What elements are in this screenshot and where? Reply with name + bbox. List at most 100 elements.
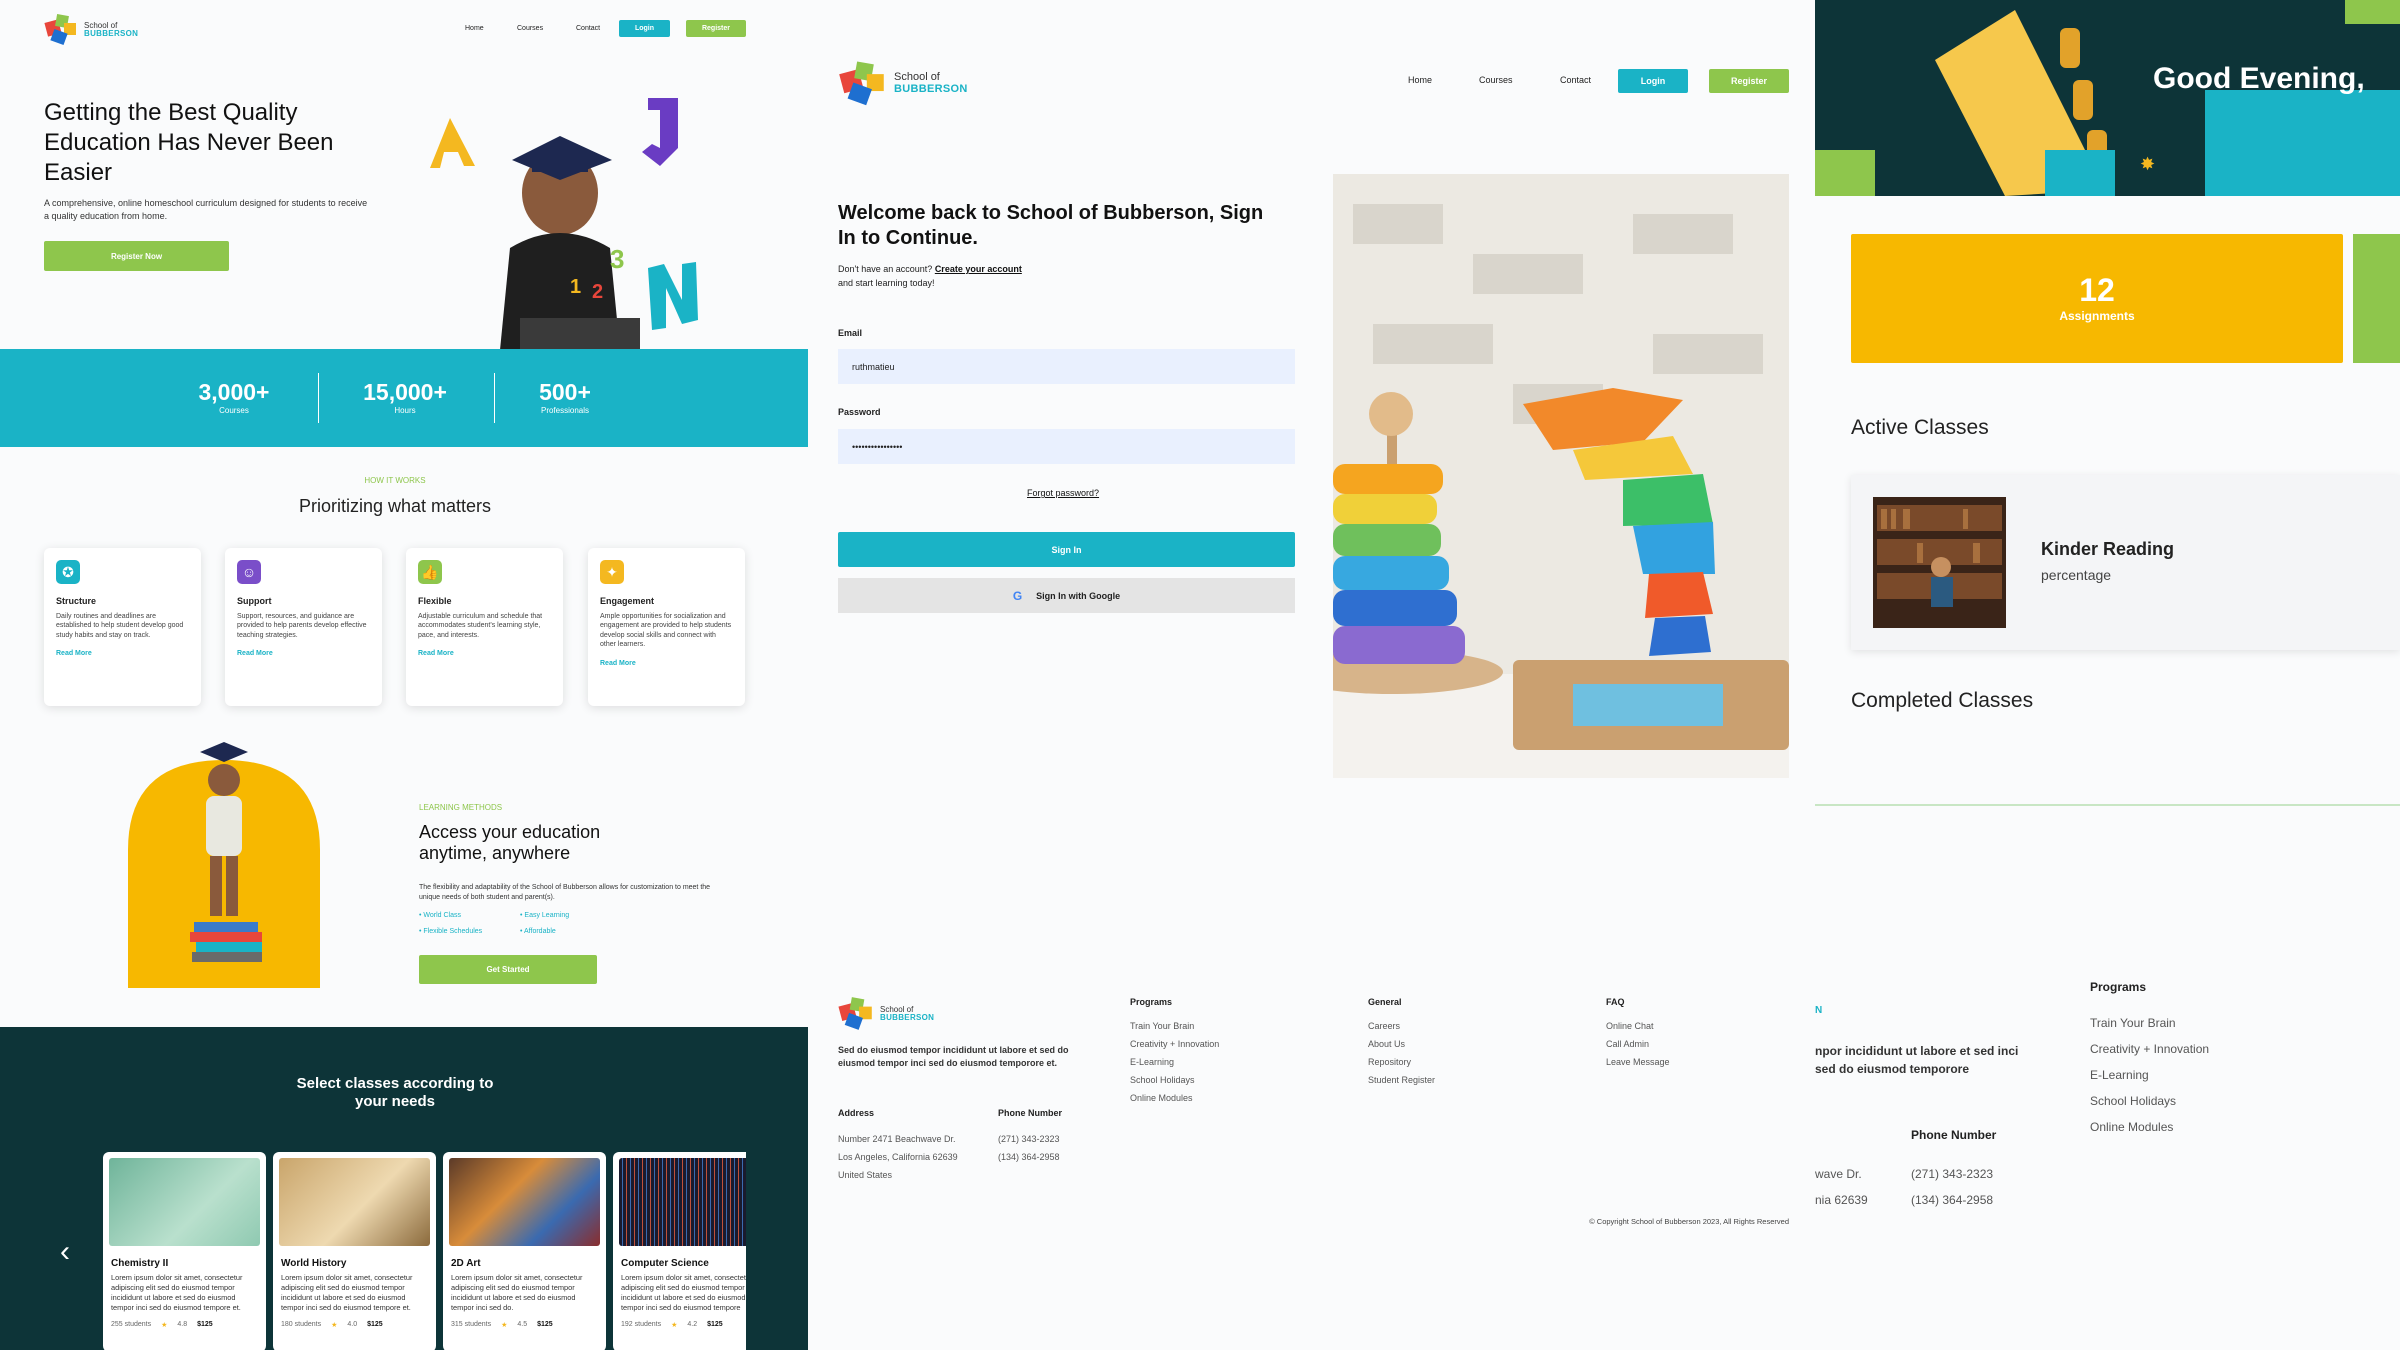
phone-label: Phone Number (1911, 1128, 1997, 1142)
register-button[interactable]: Register (1709, 69, 1789, 93)
rating: 4.8 (177, 1321, 188, 1329)
star-icon: ★ (161, 1321, 168, 1329)
faq-label: FAQ (1606, 997, 1625, 1007)
footer-link[interactable]: Train Your Brain (1130, 1021, 1219, 1031)
rating: 4.5 (517, 1321, 528, 1329)
footer-link[interactable]: Online Modules (1130, 1093, 1219, 1103)
footer-link[interactable]: Careers (1368, 1021, 1435, 1031)
footer-link[interactable]: School Holidays (2090, 1088, 2209, 1114)
students-count: 315 students (451, 1321, 492, 1329)
rating: 4.0 (347, 1321, 358, 1329)
footer-programs: Programs Train Your Brain Creativity + In… (1130, 997, 1219, 1103)
footer-link[interactable]: Online Modules (2090, 1114, 2209, 1140)
students-count: 192 students (621, 1321, 662, 1329)
blocks-logo-icon (839, 61, 884, 106)
class-title: Chemistry II (111, 1258, 169, 1269)
password-label: Password (838, 407, 881, 417)
programs-label: Programs (1130, 997, 1173, 1007)
footer-link[interactable]: E-Learning (1130, 1057, 1219, 1067)
login-button[interactable]: Login (1618, 69, 1688, 93)
footer-address: Address Number 2471 Beachwave Dr. Los Ang… (838, 1108, 958, 1180)
google-icon: G (1012, 588, 1023, 603)
class-desc: Lorem ipsum dolor sit amet, consectetur … (451, 1273, 583, 1312)
footer-brand-fragment: N (1815, 1005, 1823, 1016)
class-name: Kinder Reading (2041, 539, 2175, 559)
class-title: Computer Science (621, 1258, 709, 1269)
footer-brand-logo[interactable]: School of BUBBERSON (838, 996, 934, 1032)
class-image (619, 1158, 746, 1246)
footer-blurb: Sed do eiusmod tempor incididunt ut labo… (838, 1045, 1069, 1068)
password-field[interactable]: •••••••••••••••• (838, 429, 1295, 464)
footer-link[interactable]: Repository (1368, 1057, 1435, 1067)
create-account-link[interactable]: Create your account (935, 264, 1022, 274)
footer-link[interactable]: Online Chat (1606, 1021, 1670, 1031)
footer-faq: FAQ Online Chat Call Admin Leave Message (1606, 997, 1670, 1067)
footer-link[interactable]: Leave Message (1606, 1057, 1670, 1067)
class-title: World History (281, 1258, 347, 1269)
footer-link[interactable]: Creativity + Innovation (2090, 1036, 2209, 1062)
completed-classes-title: Completed Classes (1851, 689, 2034, 712)
students-count: 180 students (281, 1321, 322, 1329)
star-icon: ★ (501, 1321, 508, 1329)
address-label: Address (838, 1108, 875, 1118)
greeting-text: Good Evening, (2153, 62, 2365, 95)
assignments-card[interactable]: 12 Assignments (1851, 234, 2343, 363)
class-card-2d-art[interactable]: 2D Art Lorem ipsum dolor sit amet, conse… (443, 1152, 606, 1350)
class-image (449, 1158, 600, 1246)
class-desc: Lorem ipsum dolor sit amet, consectetur … (281, 1273, 413, 1312)
price: $125 (537, 1321, 553, 1329)
price: $125 (367, 1321, 383, 1329)
landing-page-panel: School of BUBBERSON Home Courses Contact… (0, 0, 808, 1350)
star-icon: ★ (331, 1321, 338, 1329)
forgot-password-link[interactable]: Forgot password? (1027, 488, 1099, 498)
phone-label: Phone Number (998, 1108, 1063, 1118)
signin-button[interactable]: Sign In (838, 532, 1295, 567)
price: $125 (707, 1321, 723, 1329)
footer-general: General Careers About Us Repository Student… (1368, 997, 1435, 1085)
section-divider (1815, 804, 2400, 806)
footer-link[interactable]: School Holidays (1130, 1075, 1219, 1085)
library-class-image (1873, 497, 2006, 628)
rating: 4.2 (687, 1321, 698, 1329)
brand-logo[interactable]: School of BUBBERSON (838, 60, 968, 108)
dashboard-panel: ✸ Good Evening, 12 Assignments Active Cl… (1815, 0, 2400, 1350)
footer-phones: (271) 343-2323 (134) 364-2958 (1911, 1167, 1994, 1207)
nav-contact[interactable]: Contact (1560, 75, 1591, 85)
footer-link[interactable]: Train Your Brain (2090, 1010, 2209, 1036)
brand-line2: BUBBERSON (894, 83, 968, 95)
footer-link[interactable]: Creativity + Innovation (1130, 1039, 1219, 1049)
footer-phone: Phone Number (271) 343-2323 (134) 364-295… (998, 1108, 1063, 1162)
students-count: 255 students (111, 1321, 152, 1329)
class-desc: Lorem ipsum dolor sit amet, consectetur … (621, 1273, 746, 1312)
email-label: Email (838, 328, 863, 338)
class-card-computer-science[interactable]: Computer Science Lorem ipsum dolor sit a… (613, 1152, 746, 1350)
footer-link[interactable]: Call Admin (1606, 1039, 1670, 1049)
brand-line2: BUBBERSON (880, 1013, 935, 1022)
class-card-world-history[interactable]: World History Lorem ipsum dolor sit amet… (273, 1152, 436, 1350)
blocks-illustration: ✸ (1815, 0, 2400, 196)
google-signin-label: Sign In with Google (1036, 590, 1121, 601)
class-card-chemistry[interactable]: Chemistry II Lorem ipsum dolor sit amet,… (103, 1152, 266, 1350)
active-classes-title: Active Classes (1851, 416, 1989, 439)
assignments-label: Assignments (2059, 309, 2135, 323)
footer-link[interactable]: E-Learning (2090, 1062, 2209, 1088)
signin-title: Welcome back to School of Bubberson, Sig… (838, 202, 1264, 249)
active-class-card[interactable]: Kinder Reading percentage (1851, 475, 2400, 650)
class-desc: Lorem ipsum dolor sit amet, consectetur … (111, 1273, 243, 1312)
class-title: 2D Art (451, 1258, 481, 1269)
google-signin-button[interactable]: G Sign In with Google (838, 578, 1295, 613)
nav-courses[interactable]: Courses (1479, 75, 1513, 85)
footer-link[interactable]: About Us (1368, 1039, 1435, 1049)
nav-home[interactable]: Home (1408, 75, 1432, 85)
stacking-toys-photo (1333, 174, 1789, 778)
class-image (109, 1158, 260, 1246)
copyright: © Copyright School of Bubberson 2023, Al… (1589, 1217, 1789, 1226)
next-stat-card[interactable] (2353, 234, 2400, 363)
blocks-logo-icon (838, 997, 872, 1030)
price: $125 (197, 1321, 213, 1329)
general-label: General (1368, 997, 1402, 1007)
email-field[interactable]: ruthmatieu (838, 349, 1295, 384)
greeting-banner: ✸ Good Evening, (1815, 0, 2400, 196)
footer-link[interactable]: Student Register (1368, 1075, 1435, 1085)
star-icon: ★ (671, 1321, 678, 1329)
